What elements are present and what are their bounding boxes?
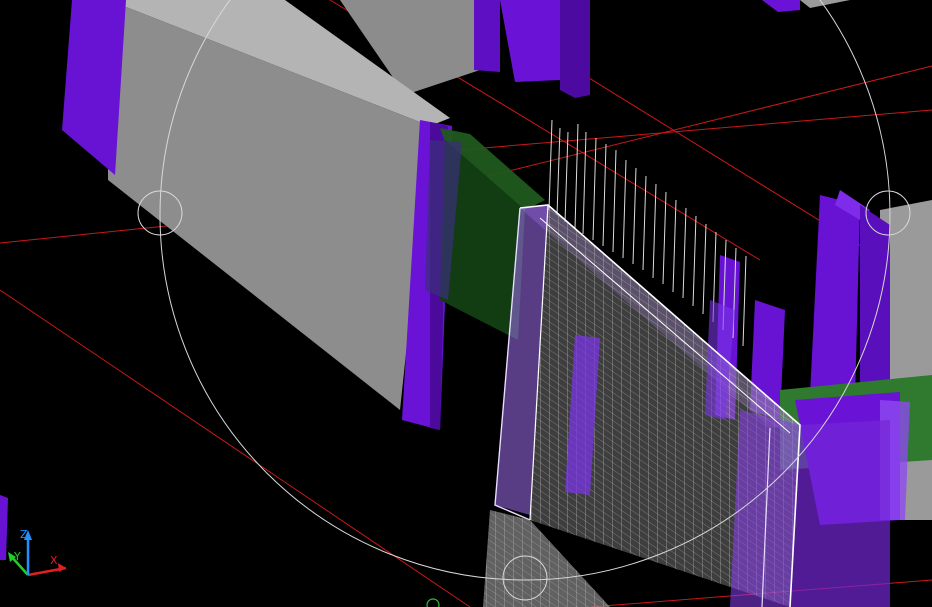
snap-marker	[426, 598, 440, 607]
left-edge-piece	[0, 495, 8, 560]
ucs-y-label: Y	[13, 550, 21, 563]
ucs-icon: X Y Z	[8, 528, 67, 577]
top-right-piece	[762, 0, 850, 12]
3d-viewport[interactable]: X Y Z	[0, 0, 932, 607]
ucs-x-label: X	[50, 554, 58, 567]
ucs-z-label: Z	[20, 528, 28, 541]
